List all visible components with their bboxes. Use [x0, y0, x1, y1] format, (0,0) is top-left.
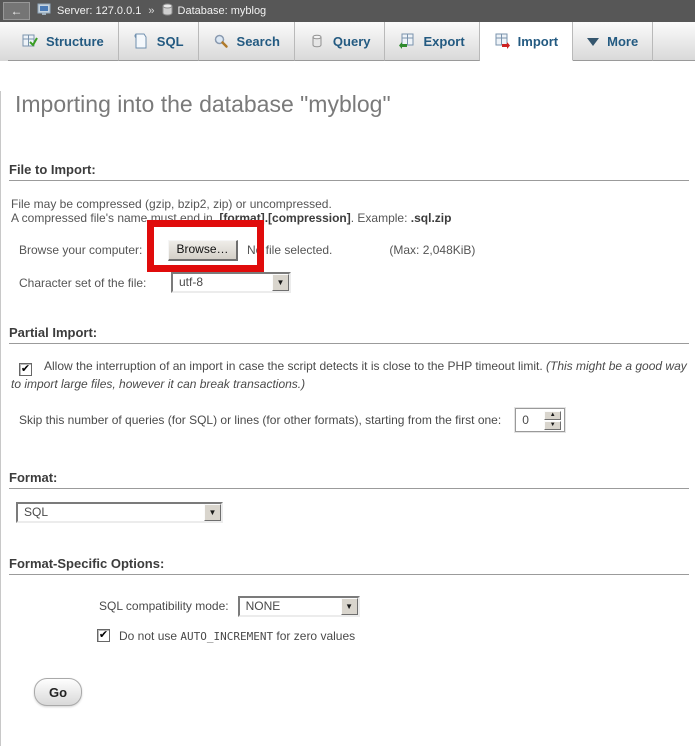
charset-selected-value: utf-8: [173, 274, 272, 291]
chevron-down-icon[interactable]: ▼: [204, 504, 221, 521]
breadcrumb-database-label: Database: myblog: [178, 5, 267, 17]
format-selected-value: SQL: [18, 504, 204, 521]
allow-interruption-text: Allow the interruption of an import in c…: [44, 359, 546, 373]
skip-queries-stepper[interactable]: 0 ▲ ▼: [515, 408, 565, 432]
chevron-down-icon[interactable]: ▼: [341, 598, 358, 615]
section-heading-partial-import: Partial Import:: [9, 325, 689, 344]
sql-compatibility-row: SQL compatibility mode: NONE ▼: [99, 594, 689, 618]
page-title: Importing into the database "myblog": [15, 91, 689, 118]
auto-increment-checkbox[interactable]: [97, 629, 110, 642]
browse-label: Browse your computer:: [19, 243, 168, 257]
tab-label: Query: [333, 34, 371, 49]
search-icon: [213, 33, 229, 49]
max-upload-size: (Max: 2,048KiB): [389, 243, 475, 257]
section-heading-format-specific: Format-Specific Options:: [9, 556, 689, 575]
section-heading-format: Format:: [9, 470, 689, 489]
tab-label: Search: [237, 34, 280, 49]
auto-increment-keyword: AUTO_INCREMENT: [180, 630, 273, 643]
skip-queries-value: 0: [516, 413, 544, 427]
skip-queries-label: Skip this number of queries (for SQL) or…: [19, 413, 501, 427]
browse-button[interactable]: Browse…: [168, 240, 238, 261]
charset-label: Character set of the file:: [19, 276, 171, 290]
stepper-up-icon[interactable]: ▲: [544, 411, 561, 420]
breadcrumb-server-label: Server: 127.0.0.1: [57, 5, 141, 17]
format-compression-example: .[format].[compression]: [216, 211, 351, 225]
structure-icon: [22, 33, 38, 49]
sql-compatibility-value: NONE: [240, 598, 341, 615]
server-icon: [37, 3, 52, 19]
allow-interruption-row: Allow the interruption of an import in c…: [11, 358, 689, 392]
sql-zip-example: .sql.zip: [411, 211, 452, 225]
breadcrumb-separator: »: [148, 5, 154, 17]
charset-select[interactable]: utf-8 ▼: [171, 272, 291, 293]
back-button[interactable]: ←: [3, 2, 30, 20]
tab-import[interactable]: Import: [480, 22, 573, 61]
go-button[interactable]: Go: [34, 678, 82, 706]
allow-interruption-checkbox[interactable]: [19, 363, 32, 376]
breadcrumb-server[interactable]: Server: 127.0.0.1: [37, 3, 141, 19]
no-file-selected-text: No file selected.: [247, 243, 332, 257]
tab-label: More: [607, 34, 638, 49]
breadcrumb-database[interactable]: Database: myblog: [162, 3, 267, 19]
database-icon: [162, 3, 173, 19]
tab-more[interactable]: More: [573, 22, 653, 61]
tab-search[interactable]: Search: [199, 22, 295, 61]
tab-label: Import: [518, 34, 558, 49]
sql-compatibility-select[interactable]: NONE ▼: [238, 596, 360, 617]
breadcrumb-bar: ← Server: 127.0.0.1 » Database: myblog: [0, 0, 695, 22]
tab-export[interactable]: Export: [385, 22, 479, 61]
tab-structure[interactable]: Structure: [8, 22, 119, 61]
tab-sql[interactable]: SQL: [119, 22, 199, 61]
compression-info-line: File may be compressed (gzip, bzip2, zip…: [11, 197, 689, 211]
stepper-buttons: ▲ ▼: [544, 411, 561, 430]
tab-label: Structure: [46, 34, 104, 49]
browse-row: Browse your computer: Browse… No file se…: [19, 239, 689, 261]
chevron-down-icon[interactable]: ▼: [272, 274, 289, 291]
tab-query[interactable]: Query: [295, 22, 386, 61]
format-select[interactable]: SQL ▼: [16, 502, 223, 523]
tab-label: SQL: [157, 34, 184, 49]
format-row: SQL ▼: [16, 502, 689, 523]
tab-label: Export: [423, 34, 464, 49]
file-import-info: File may be compressed (gzip, bzip2, zip…: [11, 197, 689, 225]
auto-increment-label: Do not use AUTO_INCREMENT for zero value…: [119, 629, 355, 643]
naming-info-line: A compressed file's name must end in .[f…: [11, 211, 689, 225]
stepper-down-icon[interactable]: ▼: [544, 421, 561, 430]
section-heading-file-to-import: File to Import:: [9, 162, 689, 181]
back-arrow-icon: ←: [11, 5, 23, 17]
main-content: Importing into the database "myblog" Fil…: [0, 91, 695, 746]
more-chevron-icon: [587, 38, 599, 46]
query-icon: [309, 33, 325, 49]
tabbar-filler: [653, 22, 695, 61]
sql-icon: [133, 33, 149, 49]
skip-queries-row: Skip this number of queries (for SQL) or…: [19, 408, 689, 432]
auto-increment-row: Do not use AUTO_INCREMENT for zero value…: [97, 628, 689, 643]
export-icon: [399, 33, 415, 49]
sql-compatibility-label: SQL compatibility mode:: [99, 599, 229, 613]
charset-row: Character set of the file: utf-8 ▼: [19, 272, 689, 293]
import-icon: [494, 33, 510, 49]
tab-bar: Structure SQL Search Query: [0, 22, 695, 61]
